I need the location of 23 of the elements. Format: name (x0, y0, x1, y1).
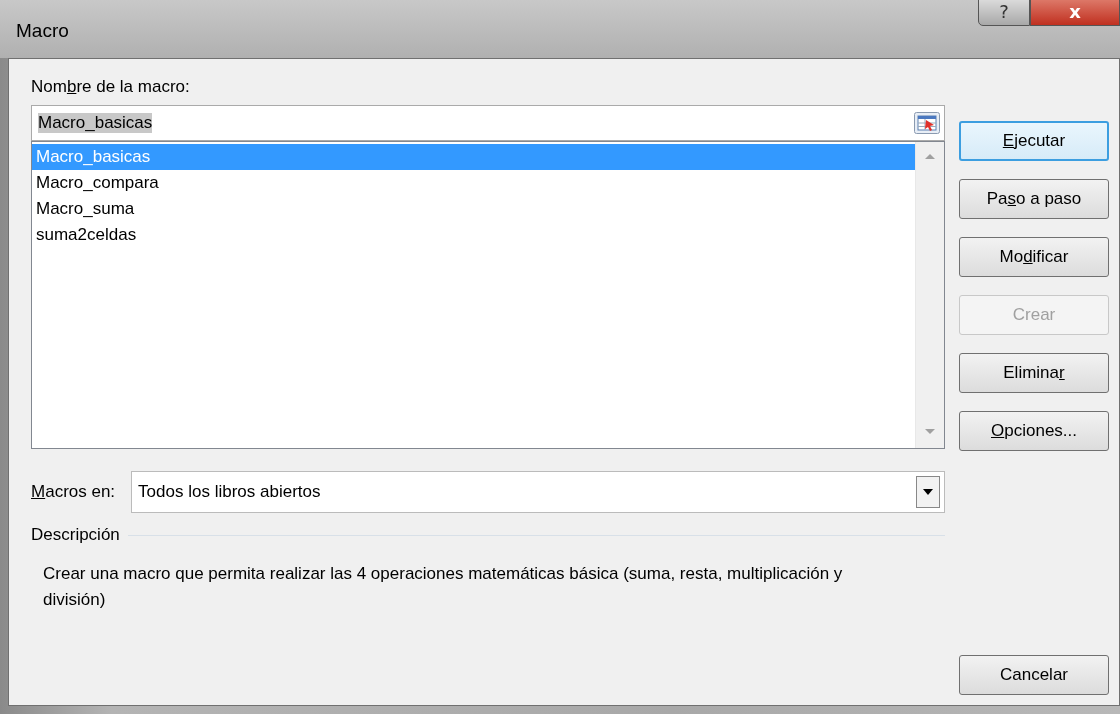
collapse-dialog-icon[interactable] (914, 112, 940, 134)
scroll-down-icon[interactable] (923, 428, 937, 436)
scrollbar[interactable] (915, 142, 944, 448)
dropdown-arrow-icon (922, 488, 934, 496)
scroll-up-icon[interactable] (923, 152, 937, 160)
close-button[interactable]: x (1030, 0, 1120, 26)
macros-in-label: Macros en: (31, 482, 116, 502)
description-label: Descripción (31, 525, 120, 545)
action-button[interactable]: Modificar (959, 237, 1109, 277)
macro-list-item[interactable]: suma2celdas (32, 222, 915, 248)
action-button[interactable]: Eliminar (959, 353, 1109, 393)
action-button[interactable]: Opciones... (959, 411, 1109, 451)
description-text: Crear una macro que permita realizar las 4 operaciones matemáticas básica (suma, resta, multiplicación y división) (43, 563, 844, 611)
help-button[interactable]: ? (978, 0, 1030, 26)
action-button[interactable]: Paso a paso (959, 179, 1109, 219)
action-button[interactable]: Ejecutar (959, 121, 1109, 161)
macro-name-field[interactable]: Macro_basicas (31, 105, 945, 141)
macros-in-dropdown[interactable]: Todos los libros abiertos (131, 471, 945, 513)
macro-list-item[interactable]: Macro_compara (32, 170, 915, 196)
macro-name-label: Nombre de la macro: (31, 77, 191, 97)
window-title: Macro (16, 20, 69, 42)
macro-list-item[interactable]: Macro_suma (32, 196, 915, 222)
cancel-button[interactable]: Cancelar (959, 655, 1109, 695)
